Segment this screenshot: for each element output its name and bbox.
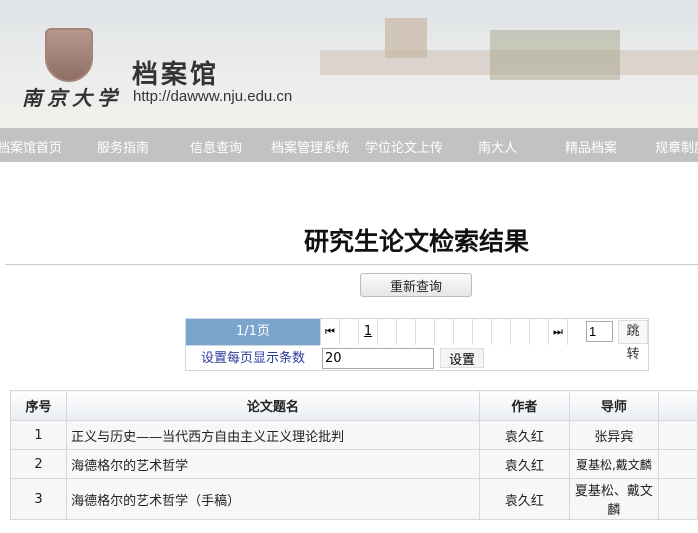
requery-button[interactable]: 重新查询 (360, 273, 472, 297)
page-links: ⏮ 1 ⏭ (320, 319, 568, 345)
row-author: 袁久红 (478, 449, 570, 479)
page-info: 1/1页 (186, 319, 320, 345)
col-author: 作者 (478, 390, 570, 421)
row-author: 袁久红 (478, 478, 570, 520)
col-no: 序号 (9, 390, 68, 421)
nav-archive-system[interactable]: 档案管理系统 (271, 137, 349, 156)
row-advisor: 夏基松,戴文麟 (568, 449, 659, 479)
nav-thesis-upload[interactable]: 学位论文上传 (365, 137, 443, 156)
page-cell (378, 319, 397, 345)
table-row[interactable]: 3 海德格尔的艺术哲学（手稿） 袁久红 夏基松、戴文麟 (9, 478, 698, 520)
nav-nju-people[interactable]: 南大人 (478, 137, 517, 156)
set-per-page-button[interactable]: 设置 (440, 348, 484, 368)
col-title: 论文题名 (66, 390, 480, 421)
page-link-1[interactable]: 1 (359, 319, 378, 345)
row-title[interactable]: 正义与历史——当代西方自由主义正义理论批判 (66, 420, 480, 450)
row-advisor: 张异宾 (568, 420, 659, 450)
nav-home[interactable]: 档案馆首页 (0, 137, 62, 156)
col-extra (657, 390, 698, 421)
row-extra (657, 478, 698, 520)
goto-button-label[interactable]: 转 (618, 343, 648, 362)
row-no: 2 (9, 449, 68, 479)
page-cell (435, 319, 454, 345)
trees-image (490, 30, 620, 80)
per-page-label: 设置每页显示条数 (186, 345, 320, 371)
per-page-input[interactable] (322, 348, 434, 369)
page-cell (454, 319, 473, 345)
goto-page-input[interactable] (586, 321, 613, 342)
page-cell (397, 319, 416, 345)
row-no: 3 (9, 478, 68, 520)
first-page-icon[interactable]: ⏮ (321, 319, 340, 345)
row-title[interactable]: 海德格尔的艺术哲学 (66, 449, 480, 479)
page-cell (416, 319, 435, 345)
pagination: 1/1页 ⏮ 1 ⏭ 跳 转 设置每页显示条数 设置 (185, 318, 649, 371)
nav-regulations[interactable]: 规章制度 (655, 137, 698, 156)
row-author: 袁久红 (478, 420, 570, 450)
row-advisor: 夏基松、戴文麟 (568, 478, 659, 520)
row-title[interactable]: 海德格尔的艺术哲学（手稿） (66, 478, 480, 520)
header-banner: 南京大学 档案馆 http://dawww.nju.edu.cn (0, 0, 698, 128)
site-name: 档案馆 (132, 60, 220, 90)
table-row[interactable]: 2 海德格尔的艺术哲学 袁久红 夏基松,戴文麟 (9, 449, 698, 479)
page-cell (340, 319, 359, 345)
page-cell (511, 319, 530, 345)
results-table: 序号 论文题名 作者 导师 1 正义与历史——当代西方自由主义正义理论批判 袁久… (9, 390, 698, 520)
table-header-row: 序号 论文题名 作者 导师 (9, 390, 698, 421)
page-cell (473, 319, 492, 345)
site-url: http://dawww.nju.edu.cn (133, 88, 293, 105)
col-advisor: 导师 (568, 390, 659, 421)
row-extra (657, 420, 698, 450)
page-title: 研究生论文检索结果 (303, 227, 529, 256)
goto-button[interactable]: 跳 (618, 320, 648, 344)
nav-info-query[interactable]: 信息查询 (190, 137, 242, 156)
university-name: 南京大学 (22, 86, 122, 110)
row-extra (657, 449, 698, 479)
row-no: 1 (9, 420, 68, 450)
table-row[interactable]: 1 正义与历史——当代西方自由主义正义理论批判 袁久红 张异宾 (9, 420, 698, 450)
divider (5, 264, 698, 265)
page-cell (530, 319, 549, 345)
nav-service-guide[interactable]: 服务指南 (97, 137, 149, 156)
nav-featured-archives[interactable]: 精品档案 (565, 137, 617, 156)
page-cell (492, 319, 511, 345)
last-page-icon[interactable]: ⏭ (549, 319, 568, 345)
university-seal-logo (45, 28, 93, 82)
main-nav: 档案馆首页 服务指南 信息查询 档案管理系统 学位论文上传 南大人 精品档案 规… (0, 128, 698, 162)
